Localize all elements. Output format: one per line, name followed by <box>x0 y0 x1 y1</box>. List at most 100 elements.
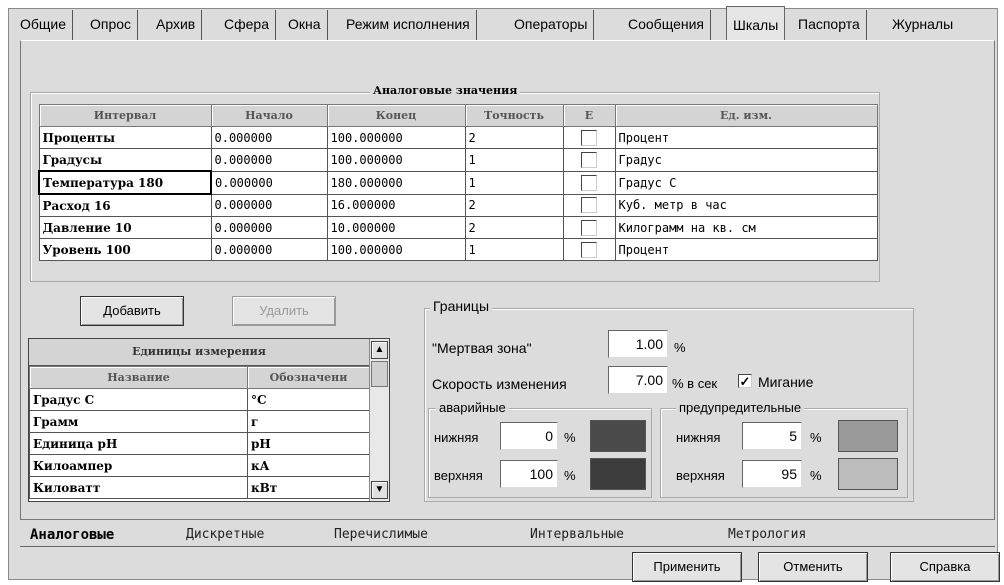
tab-metrology[interactable]: Метрология <box>728 526 806 546</box>
tab-execution-mode[interactable]: Режим исполнения <box>340 10 477 40</box>
cell-unit-symbol[interactable]: pH <box>247 432 370 455</box>
cell-start[interactable]: 0.000000 <box>210 126 328 149</box>
tab-scales[interactable]: Шкалы <box>726 6 786 40</box>
cell-start[interactable]: 0.000000 <box>210 148 328 172</box>
cell-unit-name[interactable]: Градус C <box>29 388 248 411</box>
tab-enumerable[interactable]: Перечислимые <box>334 526 428 546</box>
cell-unit-symbol[interactable]: кВт <box>247 476 370 499</box>
table-row[interactable]: Расход 16 0.000000 16.000000 2 Куб. метр… <box>38 193 878 217</box>
cell-unit-symbol[interactable]: кА <box>247 454 370 477</box>
e-checkbox[interactable] <box>581 129 597 146</box>
col-e[interactable]: Е <box>562 104 616 127</box>
tab-messages[interactable]: Сообщения <box>622 10 711 40</box>
e-checkbox[interactable] <box>581 174 597 191</box>
tab-windows[interactable]: Окна <box>282 10 328 40</box>
cell-unit-symbol[interactable]: °C <box>247 388 370 411</box>
rate-input[interactable]: 7.00 <box>608 366 668 394</box>
tab-operators[interactable]: Операторы <box>508 10 595 40</box>
cell-start[interactable]: 0.000000 <box>210 216 328 239</box>
tab-archive[interactable]: Архив <box>150 10 203 40</box>
tab-polling[interactable]: Опрос <box>84 10 139 40</box>
cell-unit[interactable]: Килограмм на кв. см <box>614 216 878 239</box>
alarm-high-input[interactable]: 100 <box>500 460 558 488</box>
e-checkbox[interactable] <box>581 197 597 214</box>
table-row[interactable]: Давление 10 0.000000 10.000000 2 Килогра… <box>38 216 878 239</box>
col-unit-symbol[interactable]: Обозначени <box>247 366 370 389</box>
cell-end[interactable]: 10.000000 <box>326 216 466 239</box>
cell-unit-name[interactable]: Киловатт <box>29 476 248 499</box>
cell-unit[interactable]: Куб. метр в час <box>614 193 878 217</box>
tab-passports[interactable]: Паспорта <box>792 10 867 40</box>
apply-button[interactable]: Применить <box>632 552 742 582</box>
deadzone-input[interactable]: 1.00 <box>608 330 668 358</box>
scroll-thumb[interactable] <box>371 361 388 387</box>
scroll-up-icon[interactable]: ▲ <box>371 341 388 359</box>
cell-interval[interactable]: Давление 10 <box>38 216 212 239</box>
warning-low-input[interactable]: 5 <box>742 422 802 450</box>
e-checkbox[interactable] <box>581 151 597 168</box>
table-row[interactable]: Проценты 0.000000 100.000000 2 Процент <box>38 126 878 149</box>
help-button[interactable]: Справка <box>890 552 1000 582</box>
col-interval[interactable]: Интервал <box>38 104 212 127</box>
cell-precision[interactable]: 2 <box>464 216 564 239</box>
cell-interval[interactable]: Уровень 100 <box>38 238 212 261</box>
warning-high-input[interactable]: 95 <box>742 460 802 488</box>
table-row[interactable]: Единица pH pH <box>29 432 370 455</box>
cell-unit[interactable]: Градус <box>614 148 878 172</box>
add-button[interactable]: Добавить <box>80 296 184 326</box>
cell-unit-name[interactable]: Единица pH <box>29 432 248 455</box>
warning-low-color-button[interactable] <box>838 420 898 452</box>
scroll-down-icon[interactable]: ▼ <box>371 481 388 499</box>
units-scrollbar[interactable]: ▲ ▼ <box>369 339 389 501</box>
cell-start[interactable]: 0.000000 <box>210 170 328 195</box>
col-unit[interactable]: Ед. изм. <box>614 104 878 127</box>
cell-unit-name[interactable]: Грамм <box>29 410 248 433</box>
tab-journals[interactable]: Журналы <box>886 10 959 40</box>
col-end[interactable]: Конец <box>326 104 466 127</box>
table-row[interactable]: Уровень 100 0.000000 100.000000 1 Процен… <box>38 238 878 261</box>
cell-end[interactable]: 16.000000 <box>326 193 466 217</box>
cell-start[interactable]: 0.000000 <box>210 238 328 261</box>
cell-interval[interactable]: Расход 16 <box>38 193 212 217</box>
cell-end[interactable]: 100.000000 <box>326 126 466 149</box>
cell-precision[interactable]: 1 <box>464 170 564 195</box>
cell-precision[interactable]: 2 <box>464 126 564 149</box>
tab-sphere[interactable]: Сфера <box>218 10 276 40</box>
cell-interval[interactable]: Градусы <box>38 148 212 172</box>
table-row[interactable]: Грамм г <box>29 410 370 433</box>
alarm-low-color-button[interactable] <box>590 420 646 452</box>
cell-unit[interactable]: Процент <box>614 238 878 261</box>
cell-start[interactable]: 0.000000 <box>210 193 328 217</box>
cell-unit-symbol[interactable]: г <box>247 410 370 433</box>
cell-precision[interactable]: 1 <box>464 148 564 172</box>
cell-interval-selected[interactable]: Температура 180 <box>38 170 212 195</box>
cell-precision[interactable]: 1 <box>464 238 564 261</box>
tab-general[interactable]: Общие <box>14 10 74 40</box>
alarm-high-color-button[interactable] <box>590 458 646 490</box>
cancel-button[interactable]: Отменить <box>758 552 868 582</box>
cell-unit[interactable]: Процент <box>614 126 878 149</box>
tab-analog[interactable]: Аналоговые <box>30 526 114 546</box>
e-checkbox[interactable] <box>581 219 597 236</box>
table-row[interactable]: Киловатт кВт <box>29 476 370 499</box>
col-unit-name[interactable]: Название <box>29 366 248 389</box>
cell-end[interactable]: 100.000000 <box>326 148 466 172</box>
cell-end[interactable]: 100.000000 <box>326 238 466 261</box>
table-row[interactable]: Градусы 0.000000 100.000000 1 Градус <box>38 148 878 172</box>
blink-checkbox[interactable]: ✓ <box>738 374 752 388</box>
table-row[interactable]: Температура 180 0.000000 180.000000 1 Гр… <box>38 170 878 195</box>
cell-unit[interactable]: Градус C <box>614 170 878 195</box>
table-row[interactable]: Градус C °C <box>29 388 370 411</box>
table-row[interactable]: Килоампер кА <box>29 454 370 477</box>
cell-precision[interactable]: 2 <box>464 193 564 217</box>
warning-high-color-button[interactable] <box>838 458 898 490</box>
col-precision[interactable]: Точность <box>464 104 564 127</box>
tab-discrete[interactable]: Дискретные <box>186 526 264 546</box>
delete-button[interactable]: Удалить <box>232 296 336 326</box>
cell-unit-name[interactable]: Килоампер <box>29 454 248 477</box>
cell-interval[interactable]: Проценты <box>38 126 212 149</box>
alarm-low-input[interactable]: 0 <box>500 422 558 450</box>
col-start[interactable]: Начало <box>210 104 328 127</box>
e-checkbox[interactable] <box>581 241 597 258</box>
tab-interval[interactable]: Интервальные <box>530 526 624 546</box>
